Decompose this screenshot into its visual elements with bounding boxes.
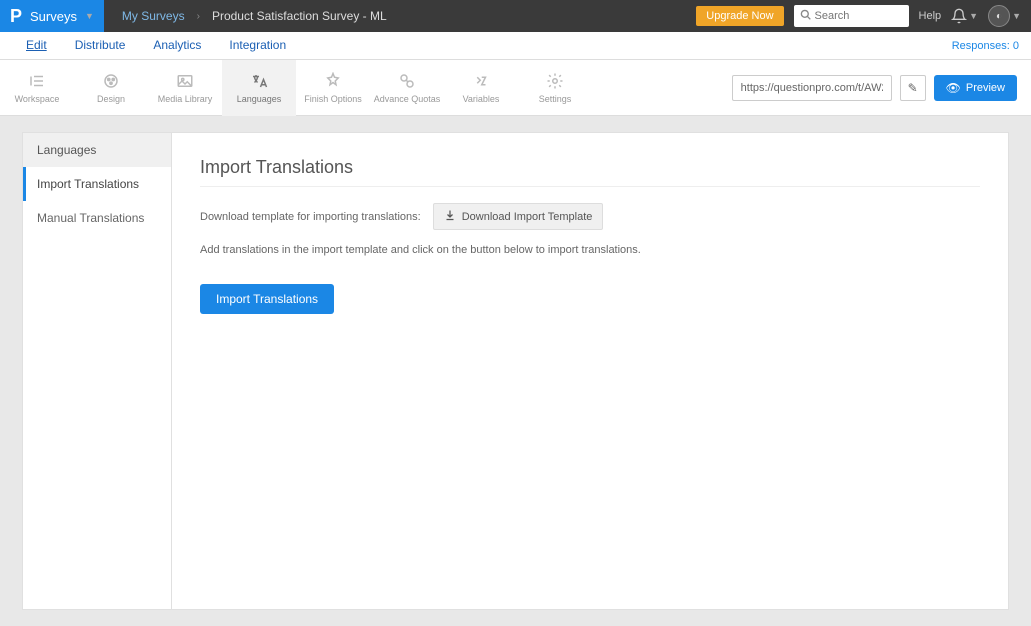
tool-advance-quotas[interactable]: Advance Quotas xyxy=(370,60,444,116)
bell-icon[interactable]: ▼ xyxy=(951,8,978,24)
import-translations-button[interactable]: Import Translations xyxy=(200,284,334,314)
tool-variables[interactable]: Variables xyxy=(444,60,518,116)
workarea: Languages Import Translations Manual Tra… xyxy=(0,116,1031,626)
tool-label: Media Library xyxy=(158,94,213,104)
tab-edit[interactable]: Edit xyxy=(12,32,61,59)
settings-icon xyxy=(546,72,564,90)
tool-label: Workspace xyxy=(15,94,60,104)
download-row: Download template for importing translat… xyxy=(200,203,980,230)
avatar-wrapper[interactable]: ◐ ▼ xyxy=(988,5,1021,27)
tool-settings[interactable]: Settings xyxy=(518,60,592,116)
caret-down-icon: ▼ xyxy=(1012,11,1021,21)
search-box[interactable] xyxy=(794,5,909,27)
tool-label: Languages xyxy=(237,94,282,104)
surveys-dropdown[interactable]: Surveys ▼ xyxy=(30,9,94,24)
preview-label: Preview xyxy=(966,82,1005,94)
toolbar-right: ✎ 👁 Preview xyxy=(732,75,1031,101)
avatar-icon: ◐ xyxy=(988,5,1010,27)
divider xyxy=(200,186,980,187)
responses-count[interactable]: Responses: 0 xyxy=(952,40,1019,52)
download-icon xyxy=(444,209,456,224)
tool-label: Design xyxy=(97,94,125,104)
edit-url-button[interactable]: ✎ xyxy=(900,75,926,101)
chevron-right-icon: › xyxy=(197,11,200,22)
pencil-icon: ✎ xyxy=(908,81,918,95)
instruction-text: Add translations in the import template … xyxy=(200,244,980,256)
main-panel: Import Translations Download template fo… xyxy=(172,132,1009,610)
sidebar: Languages Import Translations Manual Tra… xyxy=(22,132,172,610)
tool-media-library[interactable]: Media Library xyxy=(148,60,222,116)
toolbar: Workspace Design Media Library Languages… xyxy=(0,60,1031,116)
tool-label: Settings xyxy=(539,94,572,104)
sidebar-item-import-translations[interactable]: Import Translations xyxy=(23,167,171,201)
finish-icon xyxy=(324,72,342,90)
search-input[interactable] xyxy=(815,10,900,22)
help-link[interactable]: Help xyxy=(919,10,942,22)
breadcrumb-title: Product Satisfaction Survey - ML xyxy=(212,9,387,23)
variables-icon xyxy=(472,72,490,90)
caret-down-icon: ▼ xyxy=(85,11,94,21)
download-label: Download template for importing translat… xyxy=(200,211,421,223)
breadcrumb: My Surveys › Product Satisfaction Survey… xyxy=(104,9,387,23)
languages-icon xyxy=(250,72,268,90)
download-template-button[interactable]: Download Import Template xyxy=(433,203,604,230)
breadcrumb-root[interactable]: My Surveys xyxy=(122,9,185,23)
surveys-label: Surveys xyxy=(30,9,77,24)
sidebar-item-manual-translations[interactable]: Manual Translations xyxy=(23,201,171,235)
tool-label: Variables xyxy=(463,94,500,104)
logo-icon: P xyxy=(10,6,22,27)
tool-workspace[interactable]: Workspace xyxy=(0,60,74,116)
topbar-right: Upgrade Now Help ▼ ◐ ▼ xyxy=(696,5,1031,27)
tool-label: Advance Quotas xyxy=(374,94,441,104)
tabbar: Edit Distribute Analytics Integration Re… xyxy=(0,32,1031,60)
workspace-icon xyxy=(28,72,46,90)
sidebar-item-languages[interactable]: Languages xyxy=(23,133,171,167)
tool-label: Finish Options xyxy=(304,94,362,104)
design-icon xyxy=(102,72,120,90)
tool-finish-options[interactable]: Finish Options xyxy=(296,60,370,116)
panel-title: Import Translations xyxy=(200,157,980,178)
tab-distribute[interactable]: Distribute xyxy=(61,32,140,59)
caret-down-icon: ▼ xyxy=(969,11,978,21)
media-icon xyxy=(176,72,194,90)
preview-button[interactable]: 👁 Preview xyxy=(934,75,1017,101)
survey-url-input[interactable] xyxy=(732,75,892,101)
tool-design[interactable]: Design xyxy=(74,60,148,116)
tab-analytics[interactable]: Analytics xyxy=(139,32,215,59)
quotas-icon xyxy=(398,72,416,90)
tab-integration[interactable]: Integration xyxy=(215,32,300,59)
topbar: P Surveys ▼ My Surveys › Product Satisfa… xyxy=(0,0,1031,32)
upgrade-button[interactable]: Upgrade Now xyxy=(696,6,783,26)
download-button-label: Download Import Template xyxy=(462,211,593,223)
logo-block[interactable]: P Surveys ▼ xyxy=(0,0,104,32)
tool-languages[interactable]: Languages xyxy=(222,60,296,116)
eye-icon: 👁 xyxy=(946,81,961,95)
search-icon xyxy=(800,9,811,23)
